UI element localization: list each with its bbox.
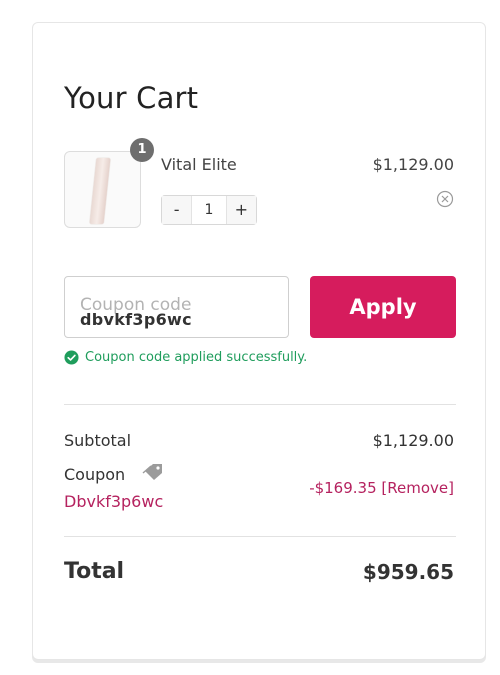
quantity-stepper: - 1 + bbox=[161, 195, 257, 225]
subtotal-value: $1,129.00 bbox=[372, 431, 454, 450]
quantity-badge: 1 bbox=[130, 138, 154, 162]
discount-value: -$169.35 bbox=[309, 479, 377, 497]
check-circle-icon bbox=[64, 350, 79, 365]
close-circle-icon[interactable] bbox=[436, 190, 454, 208]
coupon-success-message: Coupon code applied successfully. bbox=[64, 350, 307, 365]
coupon-input-value[interactable]: dbvkf3p6wc bbox=[80, 310, 192, 329]
product-image bbox=[89, 158, 111, 224]
product-price: $1,129.00 bbox=[372, 155, 454, 174]
divider bbox=[64, 404, 456, 405]
coupon-input[interactable]: Coupon code dbvkf3p6wc bbox=[64, 276, 289, 338]
remove-coupon-link[interactable]: [Remove] bbox=[381, 479, 454, 497]
product-thumbnail[interactable] bbox=[64, 151, 141, 228]
product-name[interactable]: Vital Elite bbox=[161, 155, 237, 174]
page-title: Your Cart bbox=[64, 81, 199, 115]
subtotal-label: Subtotal bbox=[64, 431, 132, 450]
tag-icon bbox=[142, 464, 162, 480]
coupon-discount: -$169.35 [Remove] bbox=[309, 479, 454, 497]
success-text: Coupon code applied successfully. bbox=[85, 350, 308, 365]
coupon-code: Dbvkf3p6wc bbox=[64, 492, 164, 511]
total-value: $959.65 bbox=[362, 560, 454, 584]
divider bbox=[64, 536, 456, 537]
cart-card: Your Cart 1 Vital Elite $1,129.00 - 1 + … bbox=[32, 22, 486, 660]
coupon-label: Coupon bbox=[64, 465, 126, 484]
apply-button[interactable]: Apply bbox=[310, 276, 456, 338]
total-label: Total bbox=[64, 559, 125, 584]
decrement-button[interactable]: - bbox=[162, 196, 192, 224]
increment-button[interactable]: + bbox=[226, 196, 256, 224]
quantity-value[interactable]: 1 bbox=[191, 196, 227, 224]
